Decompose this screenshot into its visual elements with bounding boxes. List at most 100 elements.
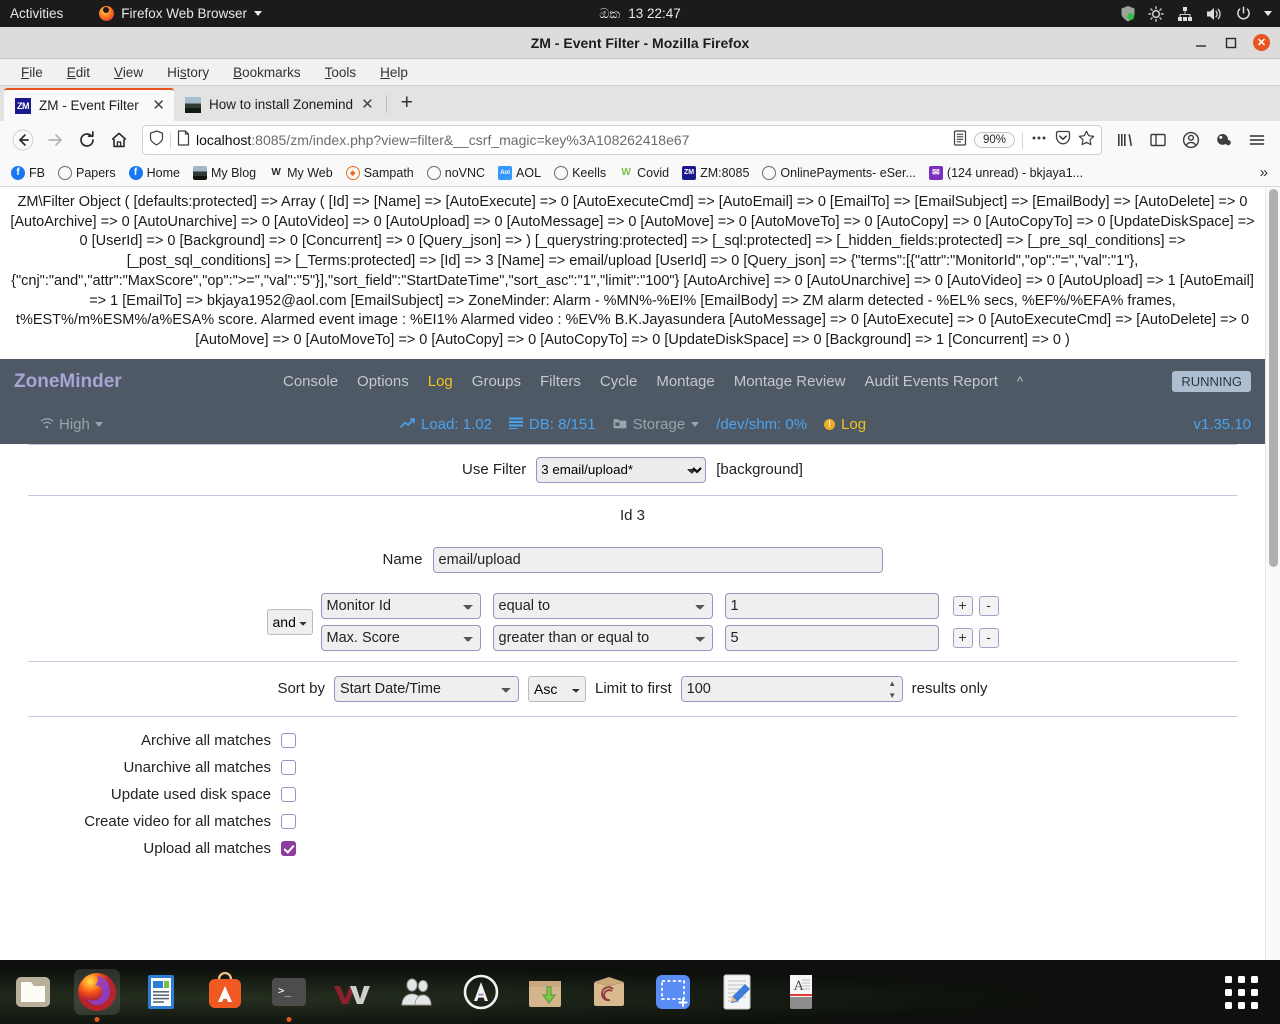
unarchive-all-checkbox[interactable]: [281, 759, 296, 775]
menu-tools[interactable]: Tools: [314, 62, 368, 83]
nav-audit-events-report[interactable]: Audit Events Report: [864, 373, 997, 390]
text-editor-icon[interactable]: [714, 969, 760, 1015]
condition-operator-select[interactable]: greater than or equal to: [492, 624, 713, 651]
vmware-icon[interactable]: [330, 969, 376, 1015]
nav-cycle[interactable]: Cycle: [600, 373, 638, 390]
anbox-icon[interactable]: [458, 969, 504, 1015]
use-filter-select[interactable]: 3 email/upload*: [536, 456, 707, 483]
bookmarks-overflow-button[interactable]: »: [1254, 164, 1274, 181]
bookmark-item[interactable]: ◆ Sampath: [341, 164, 419, 182]
terminal-icon[interactable]: >_: [266, 969, 312, 1022]
update-disk-space-checkbox[interactable]: [281, 786, 296, 802]
nav-montage-review[interactable]: Montage Review: [734, 373, 846, 390]
tab-zm-event-filter[interactable]: ZM ZM - Event Filter ✕: [4, 88, 174, 121]
conjunction-select[interactable]: and: [266, 608, 313, 635]
bookmark-star-icon[interactable]: [1078, 130, 1095, 151]
fonts-icon[interactable]: A: [778, 969, 824, 1015]
limit-input[interactable]: [680, 675, 903, 702]
bookmark-item[interactable]: f FB: [6, 164, 50, 182]
tab-how-to-install-zoneminder[interactable]: How to install Zonemind ✕: [174, 88, 383, 121]
account-icon[interactable]: [1176, 125, 1206, 155]
close-icon[interactable]: ✕: [361, 97, 374, 112]
system-status-area[interactable]: [1121, 5, 1272, 22]
debian-package-icon[interactable]: [586, 969, 632, 1015]
scrollbar-thumb[interactable]: [1269, 189, 1278, 567]
storage-selector[interactable]: Storage: [613, 416, 700, 433]
stepper-down-icon[interactable]: ▼: [888, 691, 896, 700]
firefox-icon[interactable]: [74, 969, 120, 1022]
bookmark-item[interactable]: Aol AOL: [493, 164, 546, 182]
screenshot-icon[interactable]: [650, 969, 696, 1015]
name-input[interactable]: [432, 546, 883, 573]
close-icon[interactable]: ✕: [152, 98, 165, 113]
back-icon[interactable]: [8, 125, 38, 155]
bookmark-item[interactable]: noVNC: [422, 164, 490, 182]
users-icon[interactable]: [394, 969, 440, 1015]
bookmark-item[interactable]: OnlinePayments- eSer...: [757, 164, 920, 182]
nav-filters[interactable]: Filters: [540, 373, 581, 390]
menu-edit[interactable]: Edit: [56, 62, 101, 83]
shm-indicator[interactable]: /dev/shm: 0%: [716, 416, 807, 433]
libreoffice-impress-icon[interactable]: [138, 969, 184, 1015]
library-icon[interactable]: [1110, 125, 1140, 155]
bookmark-item[interactable]: f Home: [124, 164, 185, 182]
minimize-button[interactable]: [1193, 35, 1209, 51]
bandwidth-selector[interactable]: High: [40, 416, 103, 433]
bookmark-item[interactable]: ✉ (124 unread) - bkjaya1...: [924, 164, 1088, 182]
add-condition-button[interactable]: +: [952, 627, 973, 648]
limit-stepper[interactable]: ▲ ▼: [886, 679, 899, 700]
version-label[interactable]: v1.35.10: [1193, 416, 1251, 433]
show-applications-button[interactable]: [1225, 975, 1258, 1009]
status-badge[interactable]: RUNNING: [1172, 371, 1251, 393]
db-indicator[interactable]: DB: 8/151: [508, 416, 596, 433]
bookmark-item[interactable]: My Blog: [188, 164, 261, 182]
zoom-level-badge[interactable]: 90%: [973, 132, 1015, 148]
sort-field-select[interactable]: Start Date/Time: [333, 675, 519, 702]
close-button[interactable]: ✕: [1253, 34, 1270, 51]
maximize-button[interactable]: [1223, 35, 1239, 51]
nav-console[interactable]: Console: [283, 373, 338, 390]
upload-all-checkbox[interactable]: [281, 840, 296, 856]
add-condition-button[interactable]: +: [952, 595, 973, 616]
url-text[interactable]: localhost:8085/zm/index.php?view=filter&…: [196, 132, 947, 148]
condition-attribute-select[interactable]: Monitor Id: [320, 592, 481, 619]
home-icon[interactable]: [104, 125, 134, 155]
sort-direction-select[interactable]: Asc: [527, 675, 586, 702]
page-info-icon[interactable]: [177, 129, 190, 151]
menu-bookmarks[interactable]: Bookmarks: [222, 62, 312, 83]
extension-icon[interactable]: [1209, 125, 1239, 155]
app-menu-firefox[interactable]: Firefox Web Browser: [99, 6, 263, 21]
vertical-scrollbar[interactable]: [1265, 187, 1280, 960]
bookmark-item[interactable]: W My Web: [264, 164, 338, 182]
nav-montage[interactable]: Montage: [656, 373, 714, 390]
pocket-icon[interactable]: [1055, 130, 1071, 151]
menu-file[interactable]: File: [10, 62, 54, 83]
tracking-protection-icon[interactable]: [149, 129, 164, 151]
load-indicator[interactable]: Load: 1.02: [400, 416, 492, 433]
address-bar[interactable]: localhost:8085/zm/index.php?view=filter&…: [142, 125, 1102, 155]
reload-icon[interactable]: [72, 125, 102, 155]
new-tab-button[interactable]: +: [390, 91, 424, 117]
page-actions-icon[interactable]: [1030, 130, 1048, 151]
bookmark-item[interactable]: Keells: [549, 164, 611, 182]
create-video-checkbox[interactable]: [281, 813, 296, 829]
clock-button[interactable]: ඔක 13 22:47: [599, 6, 681, 22]
nav-groups[interactable]: Groups: [472, 373, 521, 390]
nav-log[interactable]: Log: [428, 373, 453, 390]
menu-help[interactable]: Help: [369, 62, 419, 83]
files-icon[interactable]: [10, 969, 56, 1015]
activities-button[interactable]: Activities: [0, 6, 77, 21]
bookmark-item[interactable]: ZM ZM:8085: [677, 164, 754, 182]
forward-icon[interactable]: [40, 125, 70, 155]
condition-value-input[interactable]: [724, 624, 939, 651]
archive-all-checkbox[interactable]: [281, 732, 296, 748]
remove-condition-button[interactable]: -: [978, 595, 999, 616]
stepper-up-icon[interactable]: ▲: [888, 679, 896, 688]
chevron-up-icon[interactable]: ^: [1017, 374, 1023, 389]
zoneminder-brand[interactable]: ZoneMinder: [14, 371, 122, 393]
menu-history[interactable]: History: [156, 62, 220, 83]
bookmark-item[interactable]: Papers: [53, 164, 121, 182]
ubuntu-software-icon[interactable]: [202, 969, 248, 1015]
condition-operator-select[interactable]: equal to: [492, 592, 713, 619]
condition-attribute-select[interactable]: Max. Score: [320, 624, 481, 651]
